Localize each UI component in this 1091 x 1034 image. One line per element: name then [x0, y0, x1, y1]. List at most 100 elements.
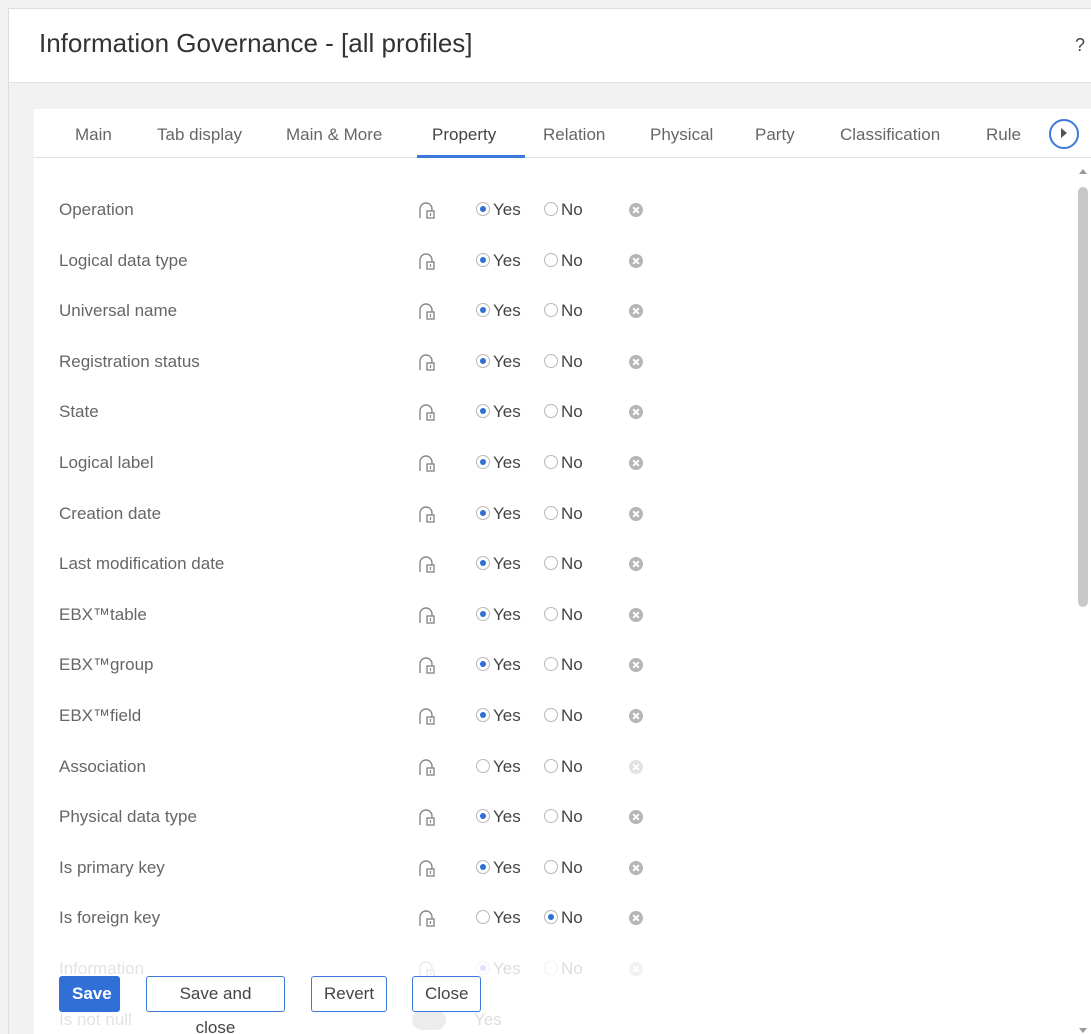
- clear-icon[interactable]: [629, 304, 643, 319]
- radio-no[interactable]: No: [544, 200, 583, 220]
- radio-yes[interactable]: Yes: [476, 453, 521, 473]
- radio-yes[interactable]: Yes: [476, 251, 521, 271]
- radio-button-icon[interactable]: [476, 556, 490, 571]
- radio-yes[interactable]: Yes: [476, 402, 521, 422]
- radio-yes[interactable]: Yes: [476, 858, 521, 878]
- radio-no[interactable]: No: [544, 453, 583, 473]
- radio-yes[interactable]: Yes: [476, 504, 521, 524]
- inherit-icon[interactable]: [417, 607, 437, 625]
- inherit-icon[interactable]: [417, 455, 437, 473]
- inherit-icon[interactable]: [417, 758, 437, 777]
- radio-button-icon[interactable]: [476, 505, 490, 520]
- radio-button-icon[interactable]: [476, 708, 490, 722]
- radio-button-icon[interactable]: [476, 202, 490, 216]
- radio-no[interactable]: No: [544, 757, 583, 777]
- inherit-icon[interactable]: [417, 910, 437, 928]
- tab-scroll-right-button[interactable]: [1049, 119, 1079, 149]
- radio-button-icon[interactable]: [544, 657, 558, 672]
- clear-icon[interactable]: [629, 203, 643, 217]
- clear-icon[interactable]: [629, 759, 643, 774]
- radio-button-icon[interactable]: [476, 657, 490, 672]
- radio-button-icon[interactable]: [476, 758, 490, 773]
- inherit-icon[interactable]: [417, 202, 437, 220]
- radio-button-icon[interactable]: [544, 252, 558, 267]
- clear-icon[interactable]: [629, 658, 643, 673]
- inherit-icon[interactable]: [417, 505, 437, 524]
- clear-icon[interactable]: [629, 962, 643, 976]
- radio-button-icon[interactable]: [544, 809, 558, 824]
- radio-no[interactable]: No: [544, 301, 583, 321]
- radio-yes[interactable]: Yes: [476, 757, 521, 777]
- tab-main-and-more[interactable]: Main & More: [286, 125, 382, 145]
- radio-button-icon[interactable]: [476, 606, 490, 621]
- radio-yes[interactable]: Yes: [476, 655, 521, 675]
- radio-no[interactable]: No: [544, 655, 583, 675]
- inherit-icon[interactable]: [417, 252, 437, 271]
- radio-no[interactable]: No: [544, 858, 583, 878]
- inherit-icon[interactable]: [417, 708, 437, 726]
- clear-icon[interactable]: [629, 456, 643, 470]
- radio-button-icon[interactable]: [544, 910, 558, 925]
- radio-button-icon[interactable]: [544, 758, 558, 773]
- scroll-up-arrow-icon[interactable]: [1079, 169, 1087, 174]
- radio-button-icon[interactable]: [476, 961, 490, 975]
- radio-yes[interactable]: Yes: [476, 706, 521, 726]
- radio-yes[interactable]: Yes: [476, 352, 521, 372]
- tab-main[interactable]: Main: [75, 125, 112, 145]
- close-button[interactable]: Close: [412, 976, 481, 1012]
- radio-button-icon[interactable]: [544, 404, 558, 419]
- clear-icon[interactable]: [629, 354, 643, 369]
- radio-yes[interactable]: Yes: [476, 605, 521, 625]
- tab-tab-display[interactable]: Tab display: [157, 125, 242, 145]
- save-and-close-button[interactable]: Save and close: [146, 976, 285, 1034]
- radio-button-icon[interactable]: [476, 910, 490, 925]
- clear-icon[interactable]: [629, 911, 643, 926]
- clear-icon[interactable]: [629, 810, 643, 825]
- help-icon[interactable]: ?: [1075, 35, 1085, 56]
- radio-button-icon[interactable]: [544, 353, 558, 368]
- radio-no[interactable]: No: [544, 352, 583, 372]
- inherit-icon[interactable]: [417, 354, 437, 372]
- revert-button[interactable]: Revert: [311, 976, 387, 1012]
- radio-no[interactable]: No: [544, 807, 583, 827]
- radio-button-icon[interactable]: [544, 961, 558, 975]
- radio-no[interactable]: No: [544, 504, 583, 524]
- radio-button-icon[interactable]: [476, 353, 490, 368]
- inherit-icon[interactable]: [417, 657, 437, 675]
- radio-button-icon[interactable]: [544, 556, 558, 571]
- radio-yes[interactable]: Yes: [476, 554, 521, 574]
- radio-button-icon[interactable]: [476, 455, 490, 469]
- radio-no[interactable]: No: [544, 251, 583, 271]
- radio-yes[interactable]: Yes: [476, 908, 521, 928]
- save-button[interactable]: Save: [59, 976, 120, 1012]
- clear-icon[interactable]: [629, 405, 643, 420]
- radio-button-icon[interactable]: [544, 708, 558, 722]
- tab-physical[interactable]: Physical: [650, 125, 713, 145]
- inherit-icon[interactable]: [417, 404, 437, 422]
- inherit-icon[interactable]: [417, 303, 437, 321]
- radio-no[interactable]: No: [544, 908, 583, 928]
- radio-button-icon[interactable]: [476, 404, 490, 419]
- radio-button-icon[interactable]: [476, 252, 490, 267]
- scroll-thumb[interactable]: [1078, 187, 1088, 607]
- inherit-icon[interactable]: [417, 860, 437, 878]
- radio-no[interactable]: No: [544, 959, 583, 979]
- scroll-down-arrow-icon[interactable]: [1079, 1028, 1087, 1033]
- tab-relation[interactable]: Relation: [543, 125, 605, 145]
- inherit-icon[interactable]: [417, 809, 437, 827]
- tab-classification[interactable]: Classification: [840, 125, 940, 145]
- tab-property[interactable]: Property: [432, 125, 496, 145]
- inherit-icon[interactable]: [417, 556, 437, 574]
- radio-button-icon[interactable]: [476, 859, 490, 874]
- clear-icon[interactable]: [629, 253, 643, 268]
- radio-yes[interactable]: Yes: [476, 200, 521, 220]
- radio-yes[interactable]: Yes: [476, 959, 521, 979]
- toggle-switch[interactable]: [412, 1009, 446, 1030]
- clear-icon[interactable]: [629, 709, 643, 723]
- radio-no[interactable]: No: [544, 706, 583, 726]
- radio-button-icon[interactable]: [544, 202, 558, 216]
- radio-no[interactable]: No: [544, 605, 583, 625]
- radio-button-icon[interactable]: [544, 505, 558, 520]
- clear-icon[interactable]: [629, 557, 643, 572]
- radio-button-icon[interactable]: [544, 303, 558, 318]
